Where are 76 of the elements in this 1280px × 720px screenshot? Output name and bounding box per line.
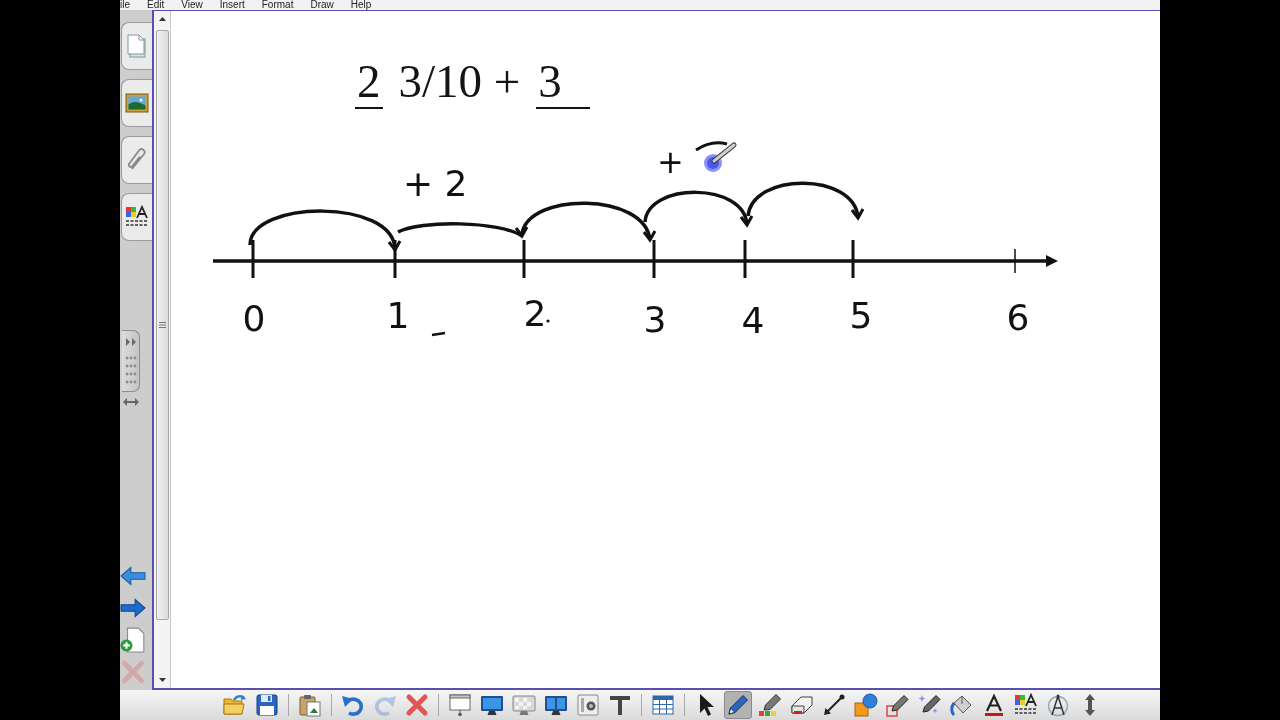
tick-label: 3 xyxy=(643,299,667,340)
menu-item[interactable]: Help xyxy=(350,0,372,10)
diagonal-line-icon xyxy=(822,693,846,717)
panel-handle[interactable] xyxy=(122,330,140,392)
tick-label: 1 xyxy=(386,295,410,336)
save-button[interactable] xyxy=(253,691,281,719)
ink-dash-mark xyxy=(431,331,446,337)
pen-icon xyxy=(726,693,750,717)
menu-item[interactable]: Insert xyxy=(219,0,245,10)
screen-capture-button[interactable] xyxy=(574,691,602,719)
screen-shade-icon xyxy=(448,693,472,717)
tick-label: 0 xyxy=(242,298,266,339)
redo-arrow-icon xyxy=(373,693,397,717)
page-plus-icon xyxy=(120,627,146,653)
tick-mark xyxy=(522,240,526,278)
filled-blank: 3 xyxy=(536,58,564,109)
attachments-tab[interactable] xyxy=(121,136,152,184)
gallery-tab[interactable] xyxy=(121,79,152,127)
tick-label: 5 xyxy=(849,295,873,336)
split-monitor-icon xyxy=(544,693,568,717)
pen-tool-button[interactable] xyxy=(724,691,752,719)
jump-label: + xyxy=(657,143,684,181)
scroll-up-icon[interactable] xyxy=(158,17,166,21)
jump-label: + 2 xyxy=(403,163,468,204)
square-circle-icon xyxy=(854,693,878,717)
menu-item[interactable]: Draw xyxy=(310,0,334,10)
menu-item[interactable]: ile xyxy=(120,0,130,10)
tick-mark xyxy=(251,240,255,278)
cross-icon xyxy=(405,693,429,717)
folder-icon xyxy=(223,693,247,717)
letter-a-icon xyxy=(982,693,1006,717)
shapes-button[interactable] xyxy=(852,691,880,719)
tick-mark xyxy=(1014,248,1016,274)
tick-label: 2 xyxy=(523,293,547,334)
tick-mark xyxy=(851,240,855,278)
tick-mark xyxy=(743,240,747,278)
tick-mark xyxy=(393,240,397,278)
paperclip-icon xyxy=(125,148,149,172)
partial-ink-stroke xyxy=(695,141,728,152)
vertical-scrollbar[interactable] xyxy=(154,11,171,688)
pages-icon xyxy=(125,34,149,58)
compass-icon xyxy=(1046,693,1070,717)
monitor-icon xyxy=(480,693,504,717)
filled-blank: 2 xyxy=(355,58,383,109)
ink-dot-mark xyxy=(546,319,550,323)
grip-dots-icon xyxy=(124,336,137,386)
expression-text: 3/10 + xyxy=(398,58,521,109)
tick-mark xyxy=(652,240,656,278)
scroll-down-icon[interactable] xyxy=(158,678,166,682)
menu-item[interactable]: Format xyxy=(261,0,294,10)
menu-item[interactable]: Edit xyxy=(147,0,165,10)
tick-label: 6 xyxy=(1006,297,1030,338)
swatches-letter-icon xyxy=(1014,693,1038,717)
grip-lines-icon xyxy=(158,322,166,328)
undo-arrow-icon xyxy=(341,693,365,717)
tick-label: 4 xyxy=(741,300,765,341)
add-page-button[interactable] xyxy=(120,627,146,653)
cross-icon xyxy=(120,659,146,685)
page-sorter-tab[interactable] xyxy=(121,22,152,70)
swatches-letter-icon xyxy=(125,205,149,229)
document-camera-icon xyxy=(608,693,632,717)
table-icon xyxy=(651,693,675,717)
paint-bucket-icon xyxy=(950,693,974,717)
creative-pen-button[interactable] xyxy=(756,691,784,719)
framed-picture-icon xyxy=(125,91,149,115)
pen-cursor-icon xyxy=(704,142,737,172)
properties-tab[interactable] xyxy=(121,193,152,241)
menu-item[interactable]: View xyxy=(181,0,203,10)
eraser-icon xyxy=(790,693,814,717)
camera-icon xyxy=(576,693,600,717)
double-arrow-icon[interactable] xyxy=(123,398,139,406)
scrollbar-thumb[interactable] xyxy=(155,30,169,620)
striped-pen-icon xyxy=(758,693,782,717)
checkered-monitor-icon xyxy=(512,693,536,717)
clipboard-icon xyxy=(298,693,322,717)
pen-square-icon xyxy=(886,693,910,717)
